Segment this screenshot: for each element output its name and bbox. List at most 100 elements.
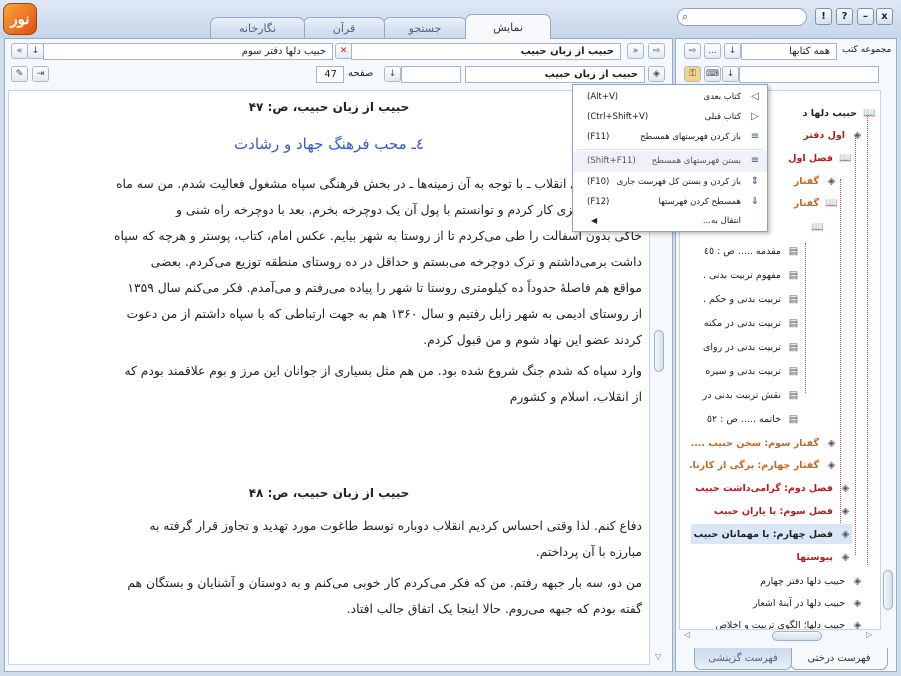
tree-node[interactable]: ◈ حبیب دلها دفتر چهارم xyxy=(757,571,864,591)
tree-leaf[interactable]: ▤ مقدمه ..... ص : ٤٥ xyxy=(701,241,800,261)
info-button[interactable]: ! xyxy=(815,8,832,25)
tree-leaf[interactable]: ▤ تربیت بدنی در روای xyxy=(700,337,800,357)
tab-quran[interactable]: قرآن xyxy=(303,17,385,38)
text-line: دفاع کنم. لذا وقتی احساس کردیم انقلاب دو… xyxy=(149,519,642,533)
book-open-icon: 📖 xyxy=(811,221,824,233)
tab-tree-index[interactable]: فهرست درختی xyxy=(790,648,888,670)
menu-item-previous-book[interactable]: ▷ کتاب قبلی (Ctrl+Shift+V) xyxy=(573,107,767,128)
book-open-icon: 📖 xyxy=(825,197,838,209)
document-icon: ▤ xyxy=(788,245,799,257)
book-open-icon: 📖 xyxy=(863,107,876,119)
section-field[interactable]: حبیب از زبان حبیب xyxy=(465,66,645,83)
book-icon: ◈ xyxy=(853,597,862,609)
arrow-right-icon[interactable]: ⇨ xyxy=(648,43,665,59)
collection-dropdown-icon[interactable]: ↓ xyxy=(724,43,741,59)
menu-item-toggle-current-toc[interactable]: ⇕ باز کردن و بستن کل فهرست جاری (F10) xyxy=(573,172,767,193)
hscroll-thumb[interactable] xyxy=(772,631,822,641)
book-icon: ◈ xyxy=(853,575,862,587)
minimize-button[interactable]: – xyxy=(857,8,874,25)
tree-node[interactable]: 📖 گفتار xyxy=(791,193,838,213)
book-icon: ◈ xyxy=(827,459,836,471)
page-range-field[interactable] xyxy=(401,66,461,83)
tab-search[interactable]: جستجو xyxy=(383,17,467,38)
tree-leaf[interactable]: ▤ خاتمه ..... ص : ٥٢ xyxy=(704,409,800,429)
clear-book-button[interactable]: ✕ xyxy=(335,43,352,59)
menu-item-level-toc[interactable]: ⇓ همسطح کردن فهرستها (F12) xyxy=(573,192,767,213)
tree-node[interactable]: ◈ پیوستها xyxy=(794,547,852,567)
tree-leaf[interactable]: ▤ مفهوم تربیت بدنی . xyxy=(700,265,800,285)
scroll-down-icon[interactable]: ▽ xyxy=(655,652,661,661)
scroll-right-icon[interactable]: ▷ xyxy=(866,630,872,639)
tree-node[interactable]: ◈ اول دفتر xyxy=(800,125,864,145)
reader-paragraph-block-1: پس از پیروزی انقلاب ـ با توجه به آن زمین… xyxy=(17,171,642,410)
reader-paragraph-block-2: دفاع کنم. لذا وقتی احساس کردیم انقلاب دو… xyxy=(17,513,642,622)
tree-node[interactable]: ◈ گفتار xyxy=(791,171,838,191)
collection-select[interactable]: همه کتابها xyxy=(741,43,837,60)
tree-node[interactable]: ◈ گفتار سوم: سخن حبیب .... xyxy=(688,433,838,453)
text-line: مبارزه با آن پرداختم. xyxy=(535,545,642,559)
document-icon: ▤ xyxy=(788,389,799,401)
key-icon[interactable]: ⚿ xyxy=(684,66,701,82)
menu-item-next-book[interactable]: ◁ کتاب بعدی (Alt+V) xyxy=(573,87,767,108)
tree-node-selected[interactable]: ◈ فصل چهارم: با مهمانان حبیب xyxy=(690,524,852,544)
nav-forward-icon[interactable]: ⇨ xyxy=(684,43,701,59)
collection-label: مجموعه کتب xyxy=(842,45,892,55)
tree-node[interactable]: 📖 xyxy=(802,217,824,237)
tab-selective-index[interactable]: فهرست گزینشی xyxy=(694,648,792,670)
close-button[interactable]: x xyxy=(876,8,893,25)
menu-item-expand-siblings[interactable]: ≡ باز کردن فهرستهای همسطح (F11) xyxy=(573,127,767,148)
book-icon: ◈ xyxy=(841,551,850,563)
export-icon[interactable]: ⇥ xyxy=(32,66,49,82)
tree-leaf[interactable]: ▤ نقش تربیت بدنی در xyxy=(700,385,800,405)
text-line: من دو، سه بار جبهه رفتم. من که فکر می‌کر… xyxy=(127,576,642,590)
document-icon: ▤ xyxy=(788,269,799,281)
tab-gallery[interactable]: نگارخانه xyxy=(210,17,305,38)
tree-hscrollbar[interactable]: ◁ ▷ xyxy=(684,630,878,643)
tree-node[interactable]: 📖 حبیب دلها د xyxy=(800,103,876,123)
menu-item-move-to[interactable]: انتقال به... ◀ xyxy=(573,211,767,232)
page-heading-48: حبیب از زبان حبیب، ص: ۴۸ xyxy=(248,486,410,500)
nav-forward-button[interactable]: » xyxy=(627,43,644,59)
bookmark-icon[interactable]: ◈ xyxy=(648,66,665,82)
page-number-input[interactable]: 47 xyxy=(316,66,344,83)
filter-dropdown-icon[interactable]: ↓ xyxy=(722,66,739,82)
tools-icon[interactable]: ✎ xyxy=(11,66,28,82)
document-icon: ▤ xyxy=(788,293,799,305)
page-dropdown-icon[interactable]: ↓ xyxy=(384,66,401,82)
book-icon: ◈ xyxy=(853,619,862,630)
tree-scrollbar[interactable] xyxy=(882,90,894,630)
text-line: از انقلاب، اسلام و کشورم xyxy=(509,390,642,404)
book-name-field[interactable]: حبیب دلها دفتر سوم xyxy=(43,43,333,60)
tree-node[interactable]: ◈ حبیب دلها در آینهٔ اشعار xyxy=(750,593,864,613)
document-icon: ▤ xyxy=(788,317,799,329)
document-icon: ▤ xyxy=(788,365,799,377)
more-button[interactable]: ... xyxy=(704,43,721,59)
text-line: خاکی بدون آسفالت را طی می‌کردم تا از روس… xyxy=(114,229,642,243)
scroll-thumb[interactable] xyxy=(654,330,664,372)
tree-node[interactable]: 📖 فصل اول xyxy=(785,148,852,168)
tree-leaf[interactable]: ▤ تربیت بدنی در مکته xyxy=(701,313,800,333)
tree-node[interactable]: ◈ حبیب دلها؛ الگوی تربیت و اخلاص xyxy=(712,615,864,630)
tree-leaf[interactable]: ▤ تربیت بدنی و سیره xyxy=(702,361,800,381)
arrow-down-icon[interactable]: ↓ xyxy=(27,43,44,59)
scroll-left-icon[interactable]: ◁ xyxy=(684,630,690,639)
tree-node[interactable]: ◈ فصل سوم: با یاران حبیب xyxy=(711,501,852,521)
title-field[interactable]: حبیب از زبان حبیب xyxy=(351,43,621,60)
help-button[interactable]: ? xyxy=(836,8,853,25)
book-open-icon: 📖 xyxy=(839,152,852,164)
document-icon: ▤ xyxy=(788,413,799,425)
tree-leaf[interactable]: ▤ تربیت بدنی و حکم . xyxy=(700,289,800,309)
text-line: مواقع هم فاصلهٔ حدوداً ده کیلومتری روستا… xyxy=(127,281,642,295)
next-book-icon: ◁ xyxy=(751,91,759,102)
nav-back-button[interactable]: « xyxy=(11,43,28,59)
book-reader: حبیب از زبان حبیب، ص: ۴۷ ٤ـ محب فرهنگ جه… xyxy=(8,90,650,665)
tree-scroll-thumb[interactable] xyxy=(883,570,893,610)
toc-filter-input[interactable] xyxy=(739,66,879,83)
keyboard-icon[interactable]: ⌨ xyxy=(704,66,721,82)
menu-item-collapse-siblings[interactable]: ≡ بستن فهرستهای همسطح (Shift+F11) xyxy=(573,151,767,172)
global-search-input[interactable]: ⌕ xyxy=(677,8,807,26)
tab-display[interactable]: نمایش xyxy=(465,14,551,39)
toggle-tree-icon: ⇕ xyxy=(750,176,760,187)
tree-node[interactable]: ◈ فصل دوم: گرامی‌داشت حبیب xyxy=(692,478,852,498)
tree-node[interactable]: ◈ گفتار چهارم: برگی از کارنا. xyxy=(686,455,838,475)
